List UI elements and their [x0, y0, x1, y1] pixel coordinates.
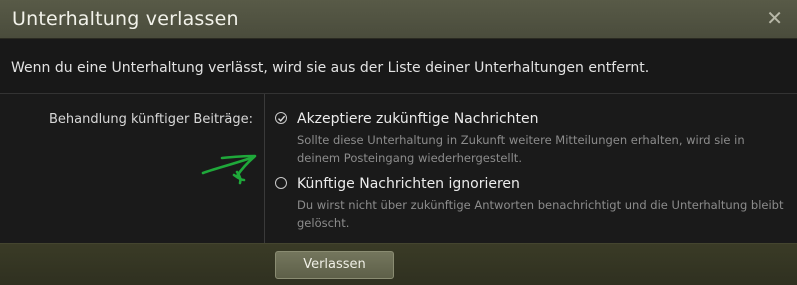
column-divider [264, 94, 265, 243]
radio-accept-future[interactable] [275, 112, 287, 124]
future-posts-row: Behandlung künftiger Beiträge: Akzeptier… [0, 94, 797, 243]
checkmark-icon [278, 115, 286, 122]
intro-panel: Wenn du eine Unterhaltung verlässt, wird… [0, 39, 797, 94]
option-ignore-description: Du wirst nicht über zukünftige Antworten… [297, 198, 784, 230]
option-ignore-future: Künftige Nachrichten ignorieren Du wirst… [275, 175, 790, 232]
option-accept-label[interactable]: Akzeptiere zukünftige Nachrichten [297, 110, 539, 128]
dialog-title: Unterhaltung verlassen [12, 8, 239, 30]
option-ignore-label[interactable]: Künftige Nachrichten ignorieren [297, 175, 520, 193]
close-icon[interactable]: ✕ [766, 6, 783, 30]
dialog-footer: Verlassen [0, 243, 797, 285]
option-accept-future: Akzeptiere zukünftige Nachrichten Sollte… [275, 110, 790, 167]
intro-text: Wenn du eine Unterhaltung verlässt, wird… [11, 60, 650, 76]
radio-ignore-future[interactable] [275, 177, 287, 189]
field-label: Behandlung künftiger Beiträge: [48, 112, 253, 127]
option-accept-description: Sollte diese Unterhaltung in Zukunft wei… [297, 133, 745, 165]
dialog-titlebar: Unterhaltung verlassen ✕ [0, 0, 797, 39]
leave-conversation-dialog: Unterhaltung verlassen ✕ Wenn du eine Un… [0, 0, 797, 285]
leave-button[interactable]: Verlassen [275, 251, 394, 279]
annotation-arrow-icon [201, 154, 257, 185]
